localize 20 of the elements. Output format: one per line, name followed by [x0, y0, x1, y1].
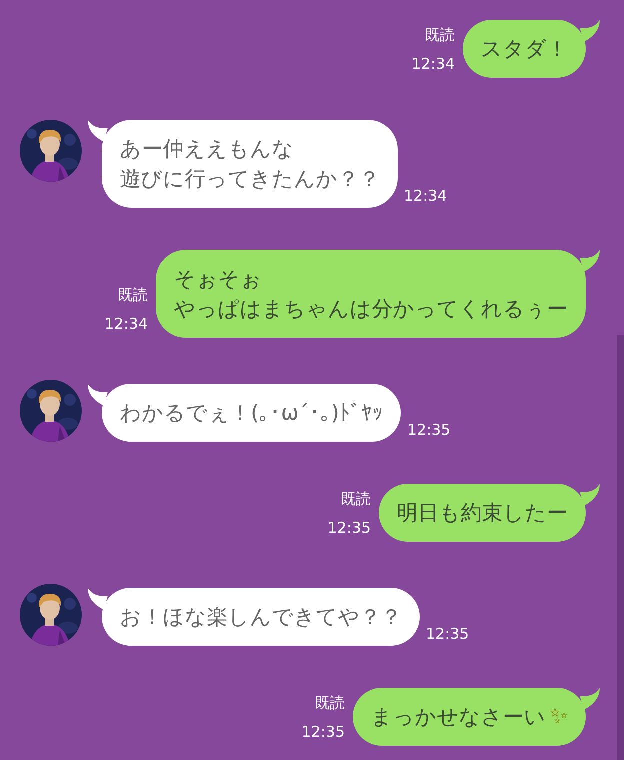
message-text: スタダ！	[481, 36, 568, 63]
message-text: お！ほな楽しんできてや？？	[120, 604, 402, 631]
message-time: 12:34	[412, 57, 455, 72]
message-time: 12:34	[404, 189, 448, 204]
message-time: 12:35	[302, 725, 345, 740]
read-receipt: 既読	[341, 492, 371, 507]
message-text: あー仲ええもんな 遊びに行ってきたんか？？	[120, 136, 380, 193]
message-text: わかるでぇ！(｡･ω´･｡)ﾄﾞﾔｯ	[120, 400, 384, 427]
message-text: 明日も約束したー	[397, 500, 568, 527]
message-time: 12:34	[104, 317, 148, 332]
message-time: 12:35	[426, 627, 470, 642]
read-receipt: 既読	[425, 28, 455, 43]
message-time: 12:35	[407, 423, 451, 438]
message-time: 12:35	[328, 521, 371, 536]
scrollbar[interactable]	[617, 335, 624, 760]
read-receipt: 既読	[315, 696, 345, 711]
message-text: そぉそぉ やっぱはまちゃんは分かってくれるぅー	[174, 266, 568, 323]
message-text: まっかせなさーい	[371, 704, 546, 731]
sparkle-emoji: ✨	[550, 703, 568, 731]
read-receipt: 既読	[118, 288, 148, 303]
